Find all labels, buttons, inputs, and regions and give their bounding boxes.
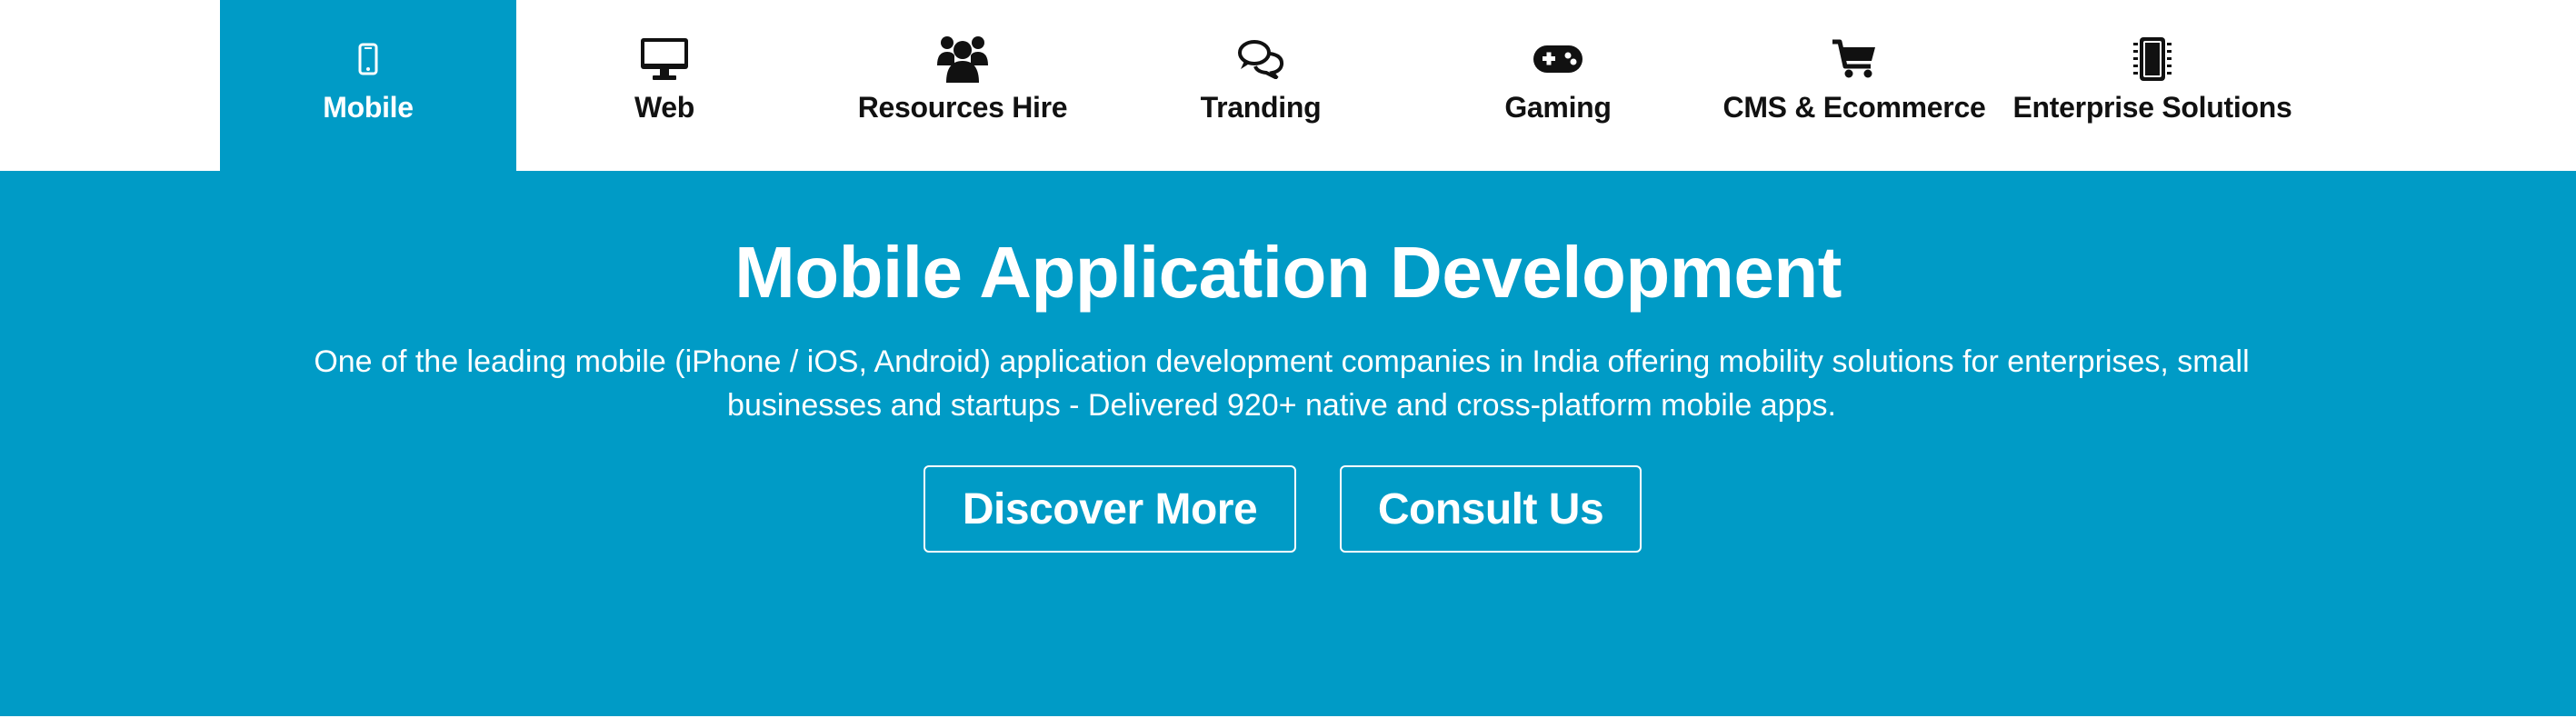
tab-label: Web bbox=[634, 91, 695, 124]
hero-description: One of the leading mobile (iPhone / iOS,… bbox=[314, 344, 2250, 423]
tab-gaming[interactable]: Gaming bbox=[1410, 0, 1706, 171]
tab-tranding[interactable]: Tranding bbox=[1113, 0, 1409, 171]
tab-mobile[interactable]: Mobile bbox=[220, 0, 516, 171]
tab-label: Resources Hire bbox=[857, 91, 1068, 124]
desktop-monitor-icon bbox=[640, 33, 689, 85]
chip-icon bbox=[2132, 33, 2173, 85]
tab-cms-ecommerce[interactable]: CMS & Ecommerce bbox=[1706, 0, 2002, 171]
shopping-cart-icon bbox=[1832, 33, 1877, 85]
tab-web[interactable]: Web bbox=[516, 0, 813, 171]
discover-more-button[interactable]: Discover More bbox=[924, 465, 1296, 553]
tab-label: Enterprise Solutions bbox=[2012, 91, 2292, 124]
hero-title: Mobile Application Development bbox=[734, 232, 1842, 313]
mobile-phone-icon bbox=[358, 33, 378, 85]
chat-bubbles-icon bbox=[1237, 33, 1284, 85]
tab-enterprise-solutions[interactable]: Enterprise Solutions bbox=[2004, 0, 2301, 171]
consult-us-button[interactable]: Consult Us bbox=[1340, 465, 1642, 553]
tab-resources-hire[interactable]: Resources Hire bbox=[814, 0, 1111, 171]
category-tabs-bar: Mobile Web Resources Hire Tranding Gamin… bbox=[0, 0, 2576, 171]
hero-section: Mobile Application Development One of th… bbox=[0, 171, 2576, 716]
gamepad-icon bbox=[1533, 33, 1583, 85]
users-group-icon bbox=[936, 33, 989, 85]
tab-label: CMS & Ecommerce bbox=[1722, 91, 1986, 124]
tab-label: Gaming bbox=[1504, 91, 1612, 124]
tab-label: Mobile bbox=[323, 91, 414, 124]
tab-label: Tranding bbox=[1200, 91, 1322, 124]
